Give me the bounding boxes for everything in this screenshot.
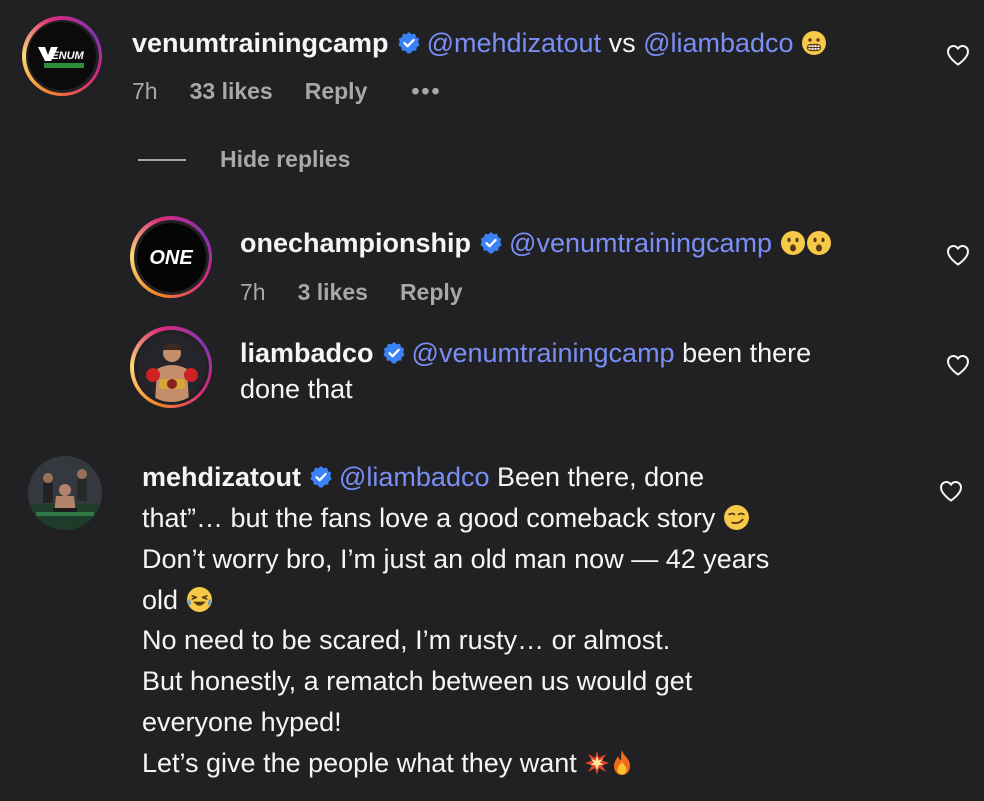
mention-link[interactable]: @venumtrainingcamp bbox=[412, 338, 675, 368]
one-championship-logo-icon: ONE bbox=[149, 247, 193, 269]
fire-emoji-icon bbox=[614, 750, 631, 775]
laughing-tears-emoji-icon bbox=[186, 587, 212, 612]
username[interactable]: liambadco bbox=[240, 338, 374, 368]
like-heart-icon[interactable] bbox=[946, 354, 970, 376]
username[interactable]: mehdizatout bbox=[142, 462, 301, 492]
collision-emoji-icon bbox=[585, 751, 610, 775]
smirk-emoji-icon bbox=[723, 505, 749, 530]
avatar[interactable] bbox=[130, 326, 212, 408]
comment-text: No need to be scared, I’m rusty… or almo… bbox=[142, 625, 671, 655]
fighter-photo-icon bbox=[136, 332, 206, 402]
timestamp: 7h bbox=[240, 279, 266, 305]
comment-text: done that bbox=[240, 374, 353, 404]
comment-text: been there bbox=[674, 338, 812, 368]
like-heart-icon[interactable] bbox=[939, 480, 963, 502]
verified-badge-icon bbox=[397, 32, 420, 54]
comment-text: that”… but the fans love a good comeback… bbox=[142, 503, 716, 533]
mention-link[interactable]: @venumtrainingcamp bbox=[509, 228, 772, 258]
username[interactable]: venumtrainingcamp bbox=[132, 28, 389, 58]
more-options-button[interactable]: ••• bbox=[411, 78, 441, 105]
verified-badge-icon bbox=[382, 342, 405, 364]
mention-link[interactable]: @mehdizatout bbox=[427, 28, 602, 58]
fighter-photo-icon bbox=[28, 456, 102, 530]
avatar[interactable]: VENUM bbox=[22, 16, 102, 96]
username[interactable]: onechampionship bbox=[240, 228, 471, 258]
verified-badge-icon bbox=[480, 232, 502, 254]
mention-link[interactable]: @liambadco bbox=[643, 28, 793, 58]
likes-count[interactable]: 33 likes bbox=[190, 78, 273, 105]
comment-text: Let’s give the people what they want bbox=[142, 748, 577, 778]
hide-replies-toggle[interactable]: Hide replies bbox=[138, 146, 350, 173]
hide-replies-label[interactable]: Hide replies bbox=[220, 146, 350, 173]
surprised-emoji-icon bbox=[806, 231, 831, 255]
timestamp: 7h bbox=[132, 78, 158, 104]
reply-button[interactable]: Reply bbox=[305, 78, 368, 105]
mention-link[interactable]: @liambadco bbox=[339, 462, 489, 492]
like-heart-icon[interactable] bbox=[946, 44, 970, 66]
comment-text: everyone hyped! bbox=[142, 707, 342, 737]
comment-text: Don’t worry bro, I’m just an old man now… bbox=[142, 544, 770, 574]
avatar[interactable]: ONE bbox=[130, 216, 212, 298]
venum-logo-icon: VENUM bbox=[38, 47, 85, 68]
like-heart-icon[interactable] bbox=[946, 244, 970, 266]
likes-count[interactable]: 3 likes bbox=[298, 279, 368, 306]
svg-text:VENUM: VENUM bbox=[44, 50, 85, 62]
comment-text: But honestly, a rematch between us would… bbox=[142, 666, 693, 696]
grimace-emoji-icon bbox=[802, 31, 827, 55]
avatar[interactable] bbox=[28, 456, 102, 530]
comment-text: Been there, done bbox=[489, 462, 705, 492]
comment-text: vs bbox=[601, 28, 644, 58]
verified-badge-icon bbox=[310, 466, 332, 488]
divider bbox=[138, 158, 186, 161]
reply-button[interactable]: Reply bbox=[400, 279, 463, 306]
svg-text:ONE: ONE bbox=[149, 247, 193, 269]
surprised-emoji-icon bbox=[780, 231, 805, 255]
comment-text: old bbox=[142, 585, 179, 615]
